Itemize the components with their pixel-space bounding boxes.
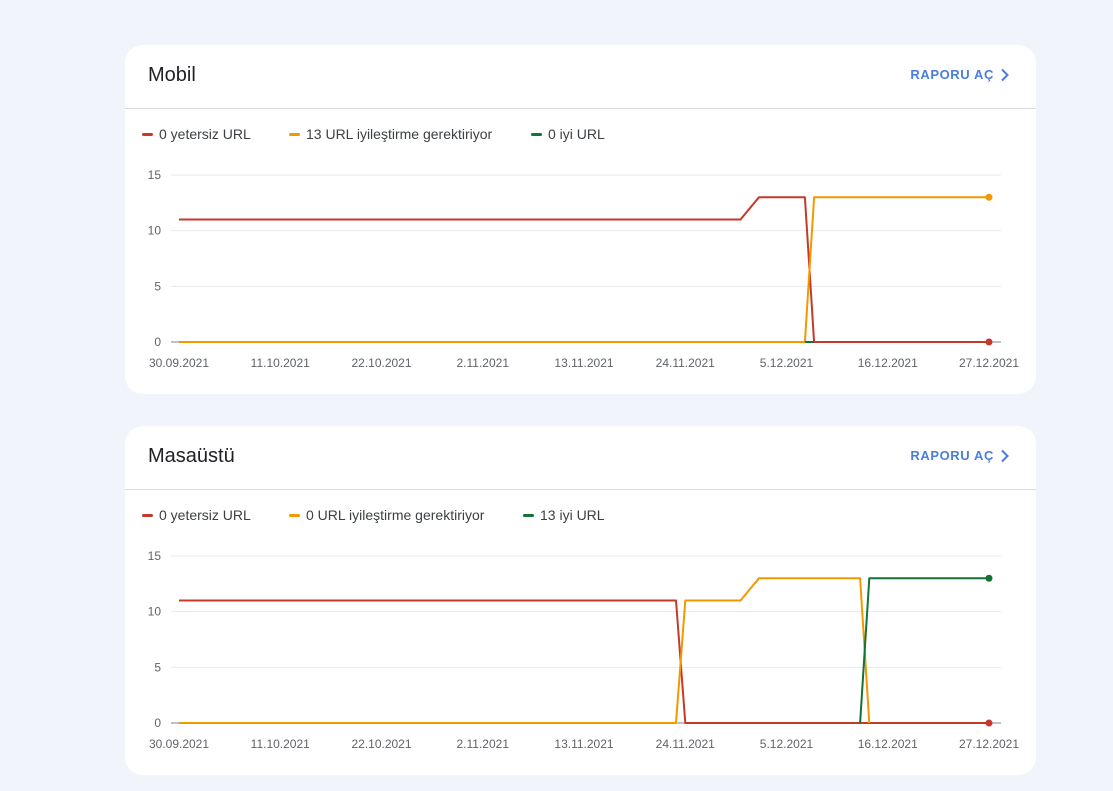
series-end-point-0[interactable] [985, 338, 993, 346]
x-tick-label: 2.11.2021 [457, 356, 510, 370]
y-tick-label: 0 [154, 716, 161, 730]
y-tick-label: 5 [154, 660, 161, 674]
x-tick-label: 30.09.2021 [149, 737, 209, 751]
x-tick-label: 24.11.2021 [656, 356, 715, 370]
x-tick-label: 13.11.2021 [554, 356, 613, 370]
x-tick-label: 5.12.2021 [760, 737, 814, 751]
x-tick-label: 5.12.2021 [760, 356, 814, 370]
series-end-point-0[interactable] [985, 719, 993, 727]
y-tick-label: 5 [154, 279, 161, 293]
y-tick-label: 0 [154, 335, 161, 349]
x-tick-label: 16.12.2021 [858, 356, 918, 370]
mobile-card: Mobil RAPORU AÇ 0 yetersiz URL 13 URL iy… [125, 45, 1036, 394]
series-end-point-1[interactable] [985, 193, 993, 201]
series-end-point-2[interactable] [985, 574, 993, 582]
y-tick-label: 15 [148, 549, 162, 563]
series-line-2[interactable] [859, 577, 989, 724]
y-tick-label: 10 [148, 224, 162, 238]
desktop-line-chart: 0 5 10 15 30.09.2021 11.10.2021 22.10.2021 2.11… [148, 549, 1020, 751]
mobile-line-chart: 0 5 10 15 30.09.2021 11.10.2021 22.10.2021 2.11… [148, 168, 1020, 370]
x-tick-label: 11.10.2021 [251, 356, 310, 370]
x-tick-label: 24.11.2021 [656, 737, 715, 751]
x-tick-label: 27.12.2021 [959, 737, 1019, 751]
x-tick-label: 16.12.2021 [858, 737, 918, 751]
y-tick-label: 10 [148, 605, 162, 619]
series-line-0[interactable] [179, 196, 989, 343]
x-tick-label: 13.11.2021 [554, 737, 613, 751]
x-tick-label: 27.12.2021 [959, 356, 1019, 370]
y-tick-label: 15 [148, 168, 162, 182]
x-tick-label: 22.10.2021 [351, 356, 411, 370]
x-tick-label: 2.11.2021 [457, 737, 510, 751]
desktop-card: Masaüstü RAPORU AÇ 0 yetersiz URL 0 URL … [125, 426, 1036, 775]
x-tick-label: 22.10.2021 [351, 737, 411, 751]
x-tick-label: 11.10.2021 [251, 737, 310, 751]
x-tick-label: 30.09.2021 [149, 356, 209, 370]
